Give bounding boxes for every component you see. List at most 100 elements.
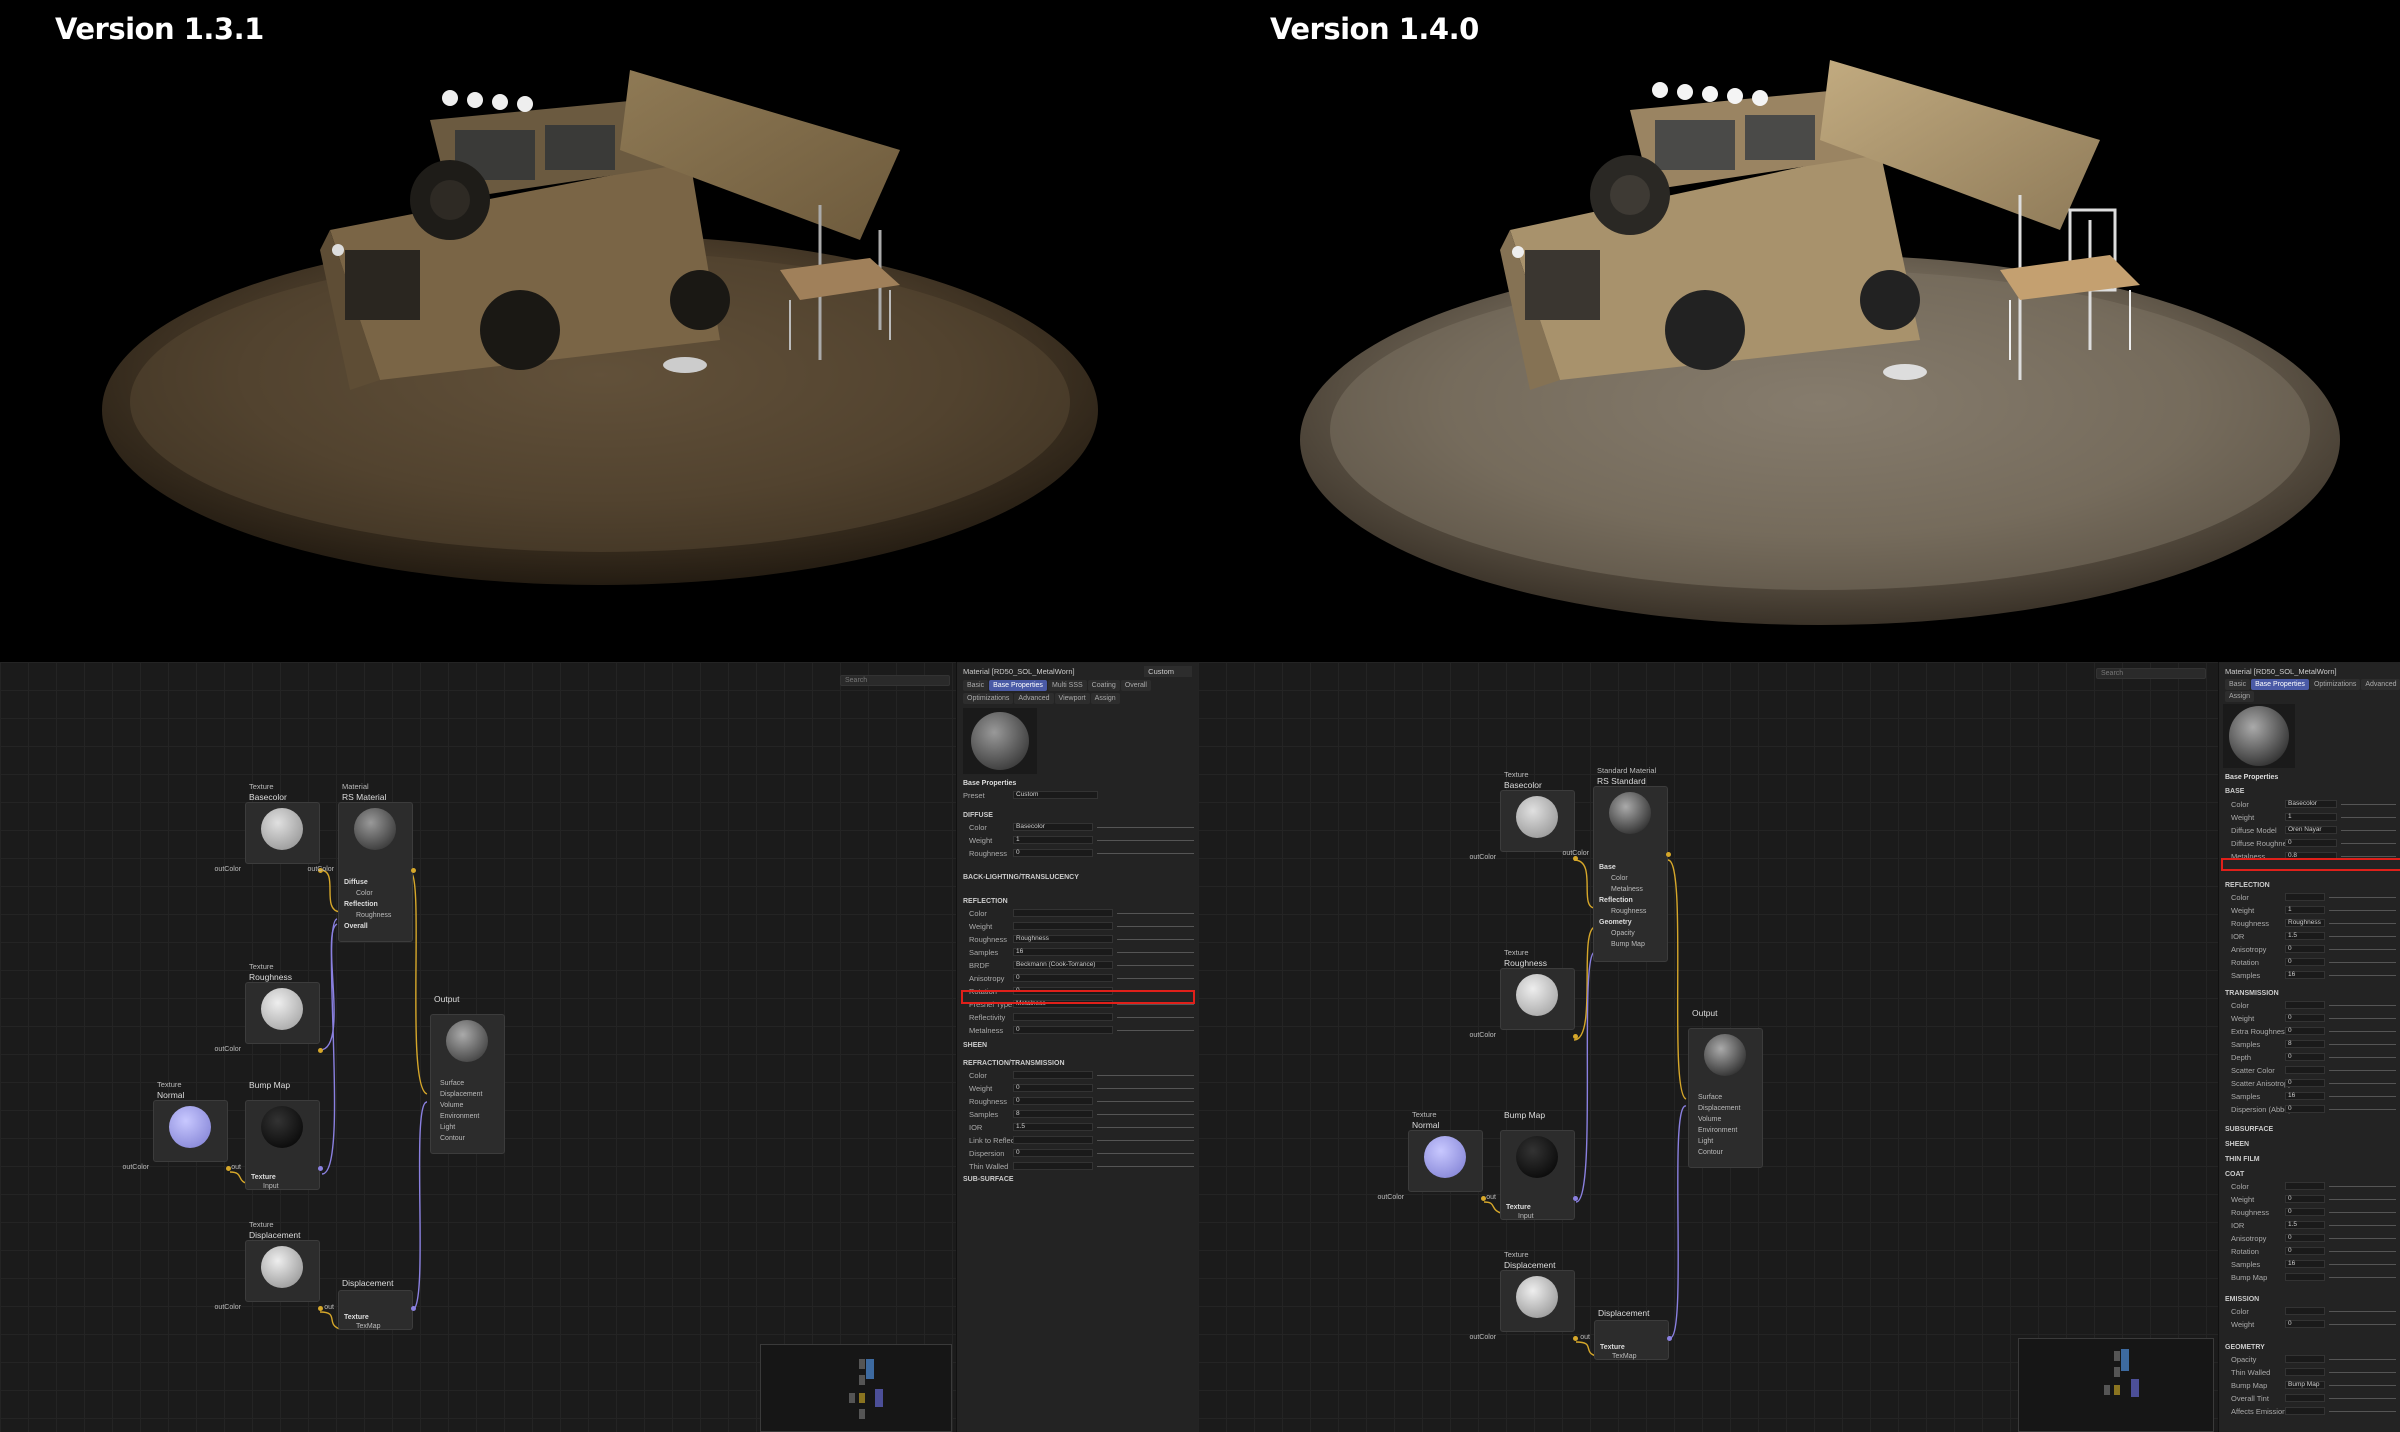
- property-value[interactable]: [1013, 1162, 1093, 1170]
- property-slider[interactable]: [1097, 1166, 1194, 1167]
- property-slider[interactable]: [2329, 1359, 2396, 1360]
- property-value[interactable]: 1: [1013, 836, 1093, 844]
- property-value[interactable]: 1: [2285, 813, 2337, 821]
- property-value[interactable]: 0: [1013, 1084, 1093, 1092]
- tab-base-properties[interactable]: Base Properties: [989, 680, 1047, 691]
- property-slider[interactable]: [2329, 1083, 2396, 1084]
- section-thinfilm[interactable]: THIN FILM: [2225, 1154, 2400, 1165]
- property-value[interactable]: Bump Map: [2285, 1381, 2325, 1389]
- property-slider[interactable]: [2329, 1109, 2396, 1110]
- property-slider[interactable]: [2329, 1031, 2396, 1032]
- property-value[interactable]: 1.5: [2285, 932, 2325, 940]
- property-slider[interactable]: [2329, 897, 2396, 898]
- property-value[interactable]: 0: [1013, 1026, 1113, 1034]
- property-slider[interactable]: [2329, 1411, 2396, 1412]
- property-slider[interactable]: [2329, 1372, 2396, 1373]
- section-subsurface[interactable]: SUBSURFACE: [2225, 1124, 2400, 1135]
- property-value[interactable]: [2285, 1394, 2325, 1402]
- property-value[interactable]: 0: [2285, 1320, 2325, 1328]
- property-slider[interactable]: [2329, 1044, 2396, 1045]
- property-value[interactable]: Beckmann (Cook-Torrance): [1013, 961, 1113, 969]
- property-slider[interactable]: [2329, 1238, 2396, 1239]
- property-value[interactable]: Roughness: [2285, 919, 2325, 927]
- section-diffuse[interactable]: DIFFUSE: [963, 810, 1198, 821]
- property-slider[interactable]: [1117, 965, 1194, 966]
- property-slider[interactable]: [1117, 952, 1194, 953]
- output-socket[interactable]: [1481, 1196, 1486, 1201]
- property-value[interactable]: 1: [2285, 906, 2325, 914]
- property-value[interactable]: [2285, 1368, 2325, 1376]
- tab-optimizations[interactable]: Optimizations: [2309, 679, 2361, 690]
- property-slider[interactable]: [1097, 1075, 1194, 1076]
- property-slider[interactable]: [2329, 1385, 2396, 1386]
- property-value[interactable]: 0: [2285, 1027, 2325, 1035]
- property-value[interactable]: 16: [2285, 1260, 2325, 1268]
- property-value[interactable]: [1013, 1071, 1093, 1079]
- property-slider[interactable]: [2329, 1251, 2396, 1252]
- property-value[interactable]: 0: [2285, 1053, 2325, 1061]
- property-value[interactable]: 0: [2285, 945, 2325, 953]
- property-slider[interactable]: [1117, 1004, 1194, 1005]
- output-socket[interactable]: [1573, 1336, 1578, 1341]
- property-slider[interactable]: [1097, 853, 1194, 854]
- output-socket[interactable]: [411, 1306, 416, 1311]
- property-slider[interactable]: [1117, 1030, 1194, 1031]
- mode-dropdown[interactable]: Custom: [1144, 666, 1192, 677]
- output-socket[interactable]: [1667, 1336, 1672, 1341]
- tab-advanced[interactable]: Advanced: [1014, 693, 1054, 704]
- property-value[interactable]: [2285, 1066, 2325, 1074]
- property-slider[interactable]: [1097, 1114, 1194, 1115]
- node-minimap[interactable]: [2018, 1338, 2214, 1432]
- section-reflection[interactable]: REFLECTION: [2225, 880, 2400, 891]
- node-editor-v131[interactable]: Search TextureBasecolor outColor Materi: [0, 662, 956, 1432]
- property-value[interactable]: 0: [2285, 1105, 2325, 1113]
- tab-assign[interactable]: Assign: [1090, 693, 1120, 704]
- property-slider[interactable]: [1117, 978, 1194, 979]
- property-value[interactable]: 0: [2285, 1208, 2325, 1216]
- property-value[interactable]: 1.5: [2285, 1221, 2325, 1229]
- property-slider[interactable]: [2329, 910, 2396, 911]
- property-slider[interactable]: [1117, 939, 1194, 940]
- section-geometry[interactable]: GEOMETRY: [2225, 1342, 2400, 1353]
- property-slider[interactable]: [2329, 1199, 2396, 1200]
- property-value[interactable]: Roughness: [1013, 935, 1113, 943]
- property-value[interactable]: [1013, 922, 1113, 930]
- tab-viewport[interactable]: Viewport: [1054, 693, 1090, 704]
- property-slider[interactable]: [2329, 962, 2396, 963]
- section-subsurface[interactable]: SUB-SURFACE: [963, 1174, 1198, 1185]
- section-sheen[interactable]: SHEEN: [963, 1040, 1198, 1051]
- property-slider[interactable]: [2329, 1264, 2396, 1265]
- property-value[interactable]: 0: [1013, 849, 1093, 857]
- tab-advanced[interactable]: Advanced: [2361, 679, 2400, 690]
- property-value[interactable]: [2285, 1273, 2325, 1281]
- property-slider[interactable]: [2329, 1057, 2396, 1058]
- property-slider[interactable]: [2341, 856, 2396, 857]
- tab-assign[interactable]: Assign: [2225, 691, 2255, 702]
- property-slider[interactable]: [2341, 830, 2396, 831]
- property-value[interactable]: 0: [1013, 1149, 1093, 1157]
- tab-basic[interactable]: Basic: [963, 680, 989, 691]
- node-minimap[interactable]: [760, 1344, 952, 1432]
- property-slider[interactable]: [2341, 804, 2396, 805]
- property-slider[interactable]: [2329, 1212, 2396, 1213]
- property-value[interactable]: 0: [2285, 1195, 2325, 1203]
- output-socket[interactable]: [1573, 1196, 1578, 1201]
- property-value[interactable]: Basecolor: [1013, 823, 1093, 831]
- property-slider[interactable]: [1117, 913, 1194, 914]
- property-slider[interactable]: [1097, 827, 1194, 828]
- property-slider[interactable]: [2329, 1018, 2396, 1019]
- property-slider[interactable]: [1117, 1017, 1194, 1018]
- property-value[interactable]: 16: [2285, 971, 2325, 979]
- property-slider[interactable]: [1117, 926, 1194, 927]
- property-slider[interactable]: [2329, 1398, 2396, 1399]
- property-value[interactable]: 8: [1013, 1110, 1093, 1118]
- tab-optimizations[interactable]: Optimizations: [963, 693, 1014, 704]
- property-value[interactable]: Basecolor: [2285, 800, 2337, 808]
- property-slider[interactable]: [2329, 949, 2396, 950]
- output-socket[interactable]: [318, 1166, 323, 1171]
- output-socket[interactable]: [1666, 852, 1671, 857]
- property-slider[interactable]: [2329, 1311, 2396, 1312]
- property-value[interactable]: [2285, 1355, 2325, 1363]
- property-value[interactable]: [1013, 909, 1113, 917]
- property-value[interactable]: 0: [1013, 974, 1113, 982]
